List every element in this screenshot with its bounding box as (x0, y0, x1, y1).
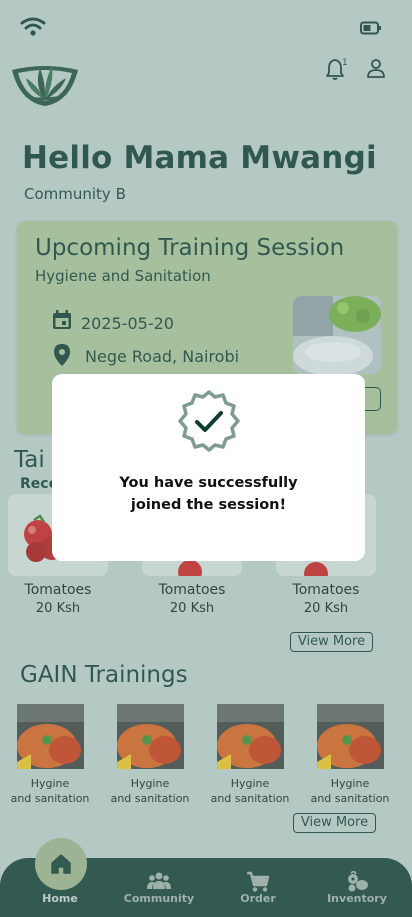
success-message: You have successfully joined the session… (52, 472, 365, 516)
success-message-line2: joined the session! (130, 497, 287, 513)
verified-check-icon (178, 390, 240, 452)
success-dialog: You have successfully joined the session… (52, 374, 365, 561)
success-message-line1: You have successfully (119, 475, 298, 491)
